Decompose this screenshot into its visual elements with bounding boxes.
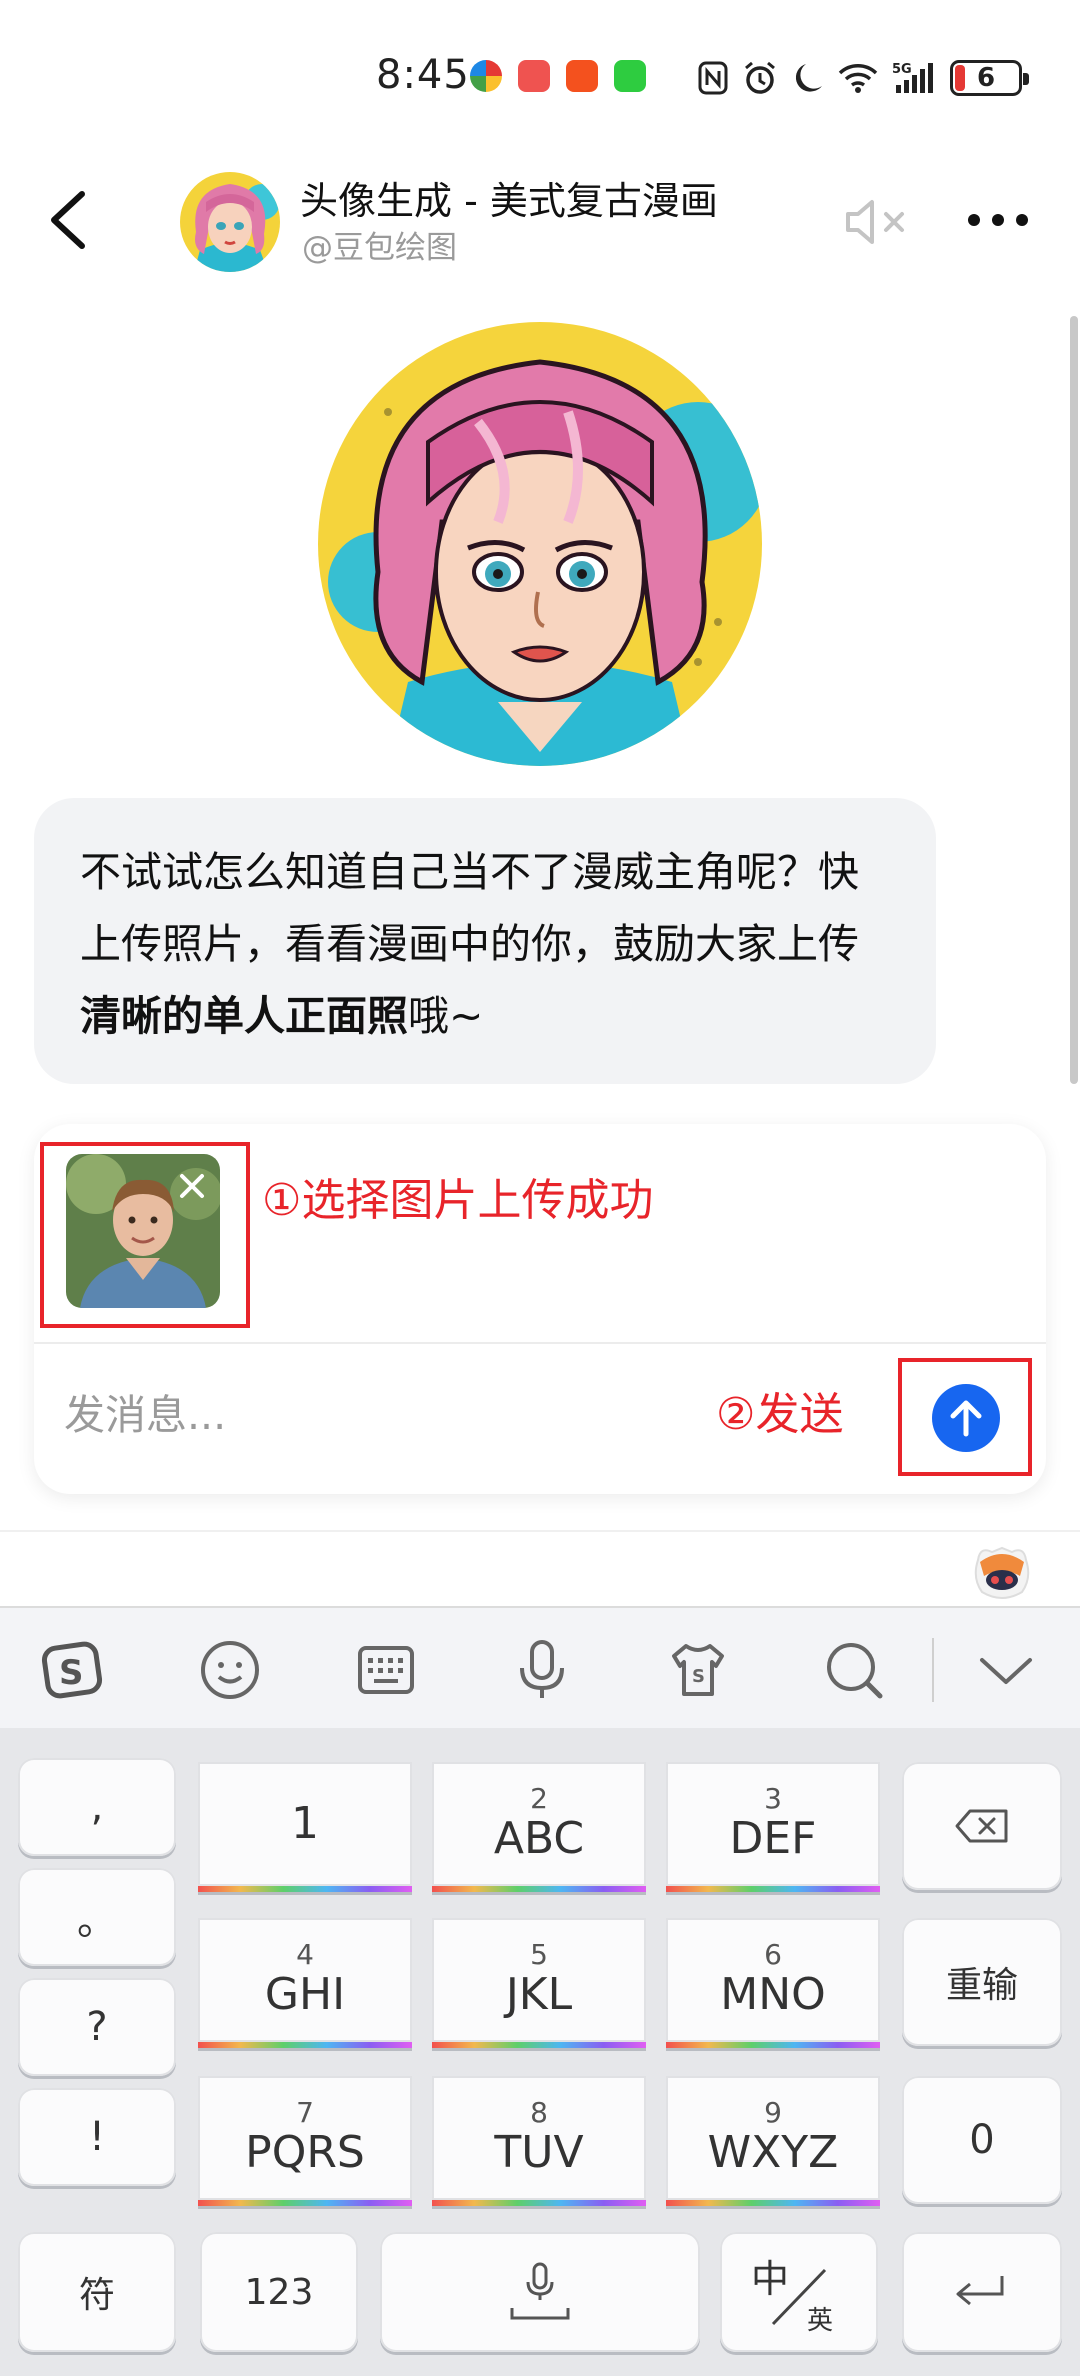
wechat-icon	[614, 60, 646, 92]
svg-text:5G: 5G	[892, 62, 912, 77]
battery-indicator: 6	[950, 60, 1029, 96]
uploaded-photo-thumbnail[interactable]	[66, 1154, 220, 1308]
key-2-abc[interactable]: 2 ABC	[432, 1762, 646, 1892]
keyboard-icon[interactable]	[354, 1638, 418, 1702]
space-key[interactable]	[380, 2232, 700, 2352]
lang-sub-label: 英	[807, 2306, 834, 2336]
battery-level: 6	[976, 63, 996, 93]
bot-avatar[interactable]	[180, 172, 280, 272]
key-exclamation[interactable]: !	[18, 2088, 176, 2186]
app-notification-icon	[470, 60, 502, 92]
message-text: 不试试怎么知道自己当不了漫威主角呢？快上传照片，看看漫画中的你，鼓励大家上传	[80, 848, 859, 968]
message-input[interactable]	[64, 1382, 664, 1448]
mic-icon[interactable]	[510, 1638, 574, 1702]
red-packet-icon	[566, 60, 598, 92]
nfc-icon	[698, 61, 728, 95]
svg-text:S: S	[692, 1666, 705, 1687]
skin-shirt-icon[interactable]: S	[666, 1638, 730, 1702]
sogou-logo-icon[interactable]: S	[40, 1638, 104, 1702]
chat-title: 头像生成 - 美式复古漫画	[300, 179, 718, 223]
close-icon[interactable]	[174, 1168, 210, 1204]
chevron-down-icon[interactable]	[974, 1638, 1038, 1702]
red-packet-icon	[518, 60, 550, 92]
chevron-left-icon[interactable]	[42, 188, 102, 252]
enter-key[interactable]	[902, 2232, 1062, 2352]
toolbar-separator	[932, 1638, 934, 1702]
emoji-icon[interactable]	[198, 1638, 262, 1702]
wifi-icon	[838, 64, 878, 93]
divider	[0, 1530, 1080, 1532]
key-1[interactable]: 1	[198, 1762, 412, 1892]
backspace-icon	[955, 1809, 1008, 1843]
send-button[interactable]	[932, 1384, 1000, 1452]
annotation-upload-label: ①选择图片上传成功	[262, 1175, 654, 1226]
t9-keyboard: , 。 ? ! 1 2 ABC 3 DEF 4 GHI 5 JKL 6 MNO 重输 7P…	[0, 1728, 1080, 2376]
numbers-key[interactable]: 123	[200, 2232, 358, 2352]
status-time: 8:45	[376, 52, 470, 98]
alarm-icon	[745, 61, 775, 94]
enter-icon	[956, 2276, 1004, 2306]
backspace-key[interactable]	[902, 1762, 1062, 1890]
bot-message-bubble: 不试试怎么知道自己当不了漫威主角呢？快上传照片，看看漫画中的你，鼓励大家上传清晰…	[34, 798, 936, 1084]
key-question[interactable]: ?	[18, 1978, 176, 2076]
annotation-send-label: ②发送	[716, 1389, 844, 1440]
message-tail-text: 哦~	[408, 992, 484, 1040]
svg-text:S: S	[59, 1653, 84, 1693]
chat-header: 头像生成 - 美式复古漫画 @豆包绘图	[0, 150, 1080, 290]
message-bold-text: 清晰的单人正面照	[80, 992, 408, 1040]
reenter-key[interactable]: 重输	[902, 1918, 1062, 2046]
key-9-wxyz[interactable]: 9 WXYZ	[666, 2076, 880, 2206]
speaker-muted-icon[interactable]	[844, 194, 910, 250]
bot-portrait-image	[318, 322, 762, 766]
key-0[interactable]: 0	[902, 2076, 1062, 2204]
system-status-icons: 5G 6	[698, 58, 1029, 98]
key-8-tuv[interactable]: 8 TUV	[432, 2076, 646, 2206]
key-period[interactable]: 。	[18, 1868, 176, 1966]
search-icon[interactable]	[822, 1638, 886, 1702]
mic-icon	[510, 2262, 570, 2320]
message-composer: ①选择图片上传成功 ②发送	[34, 1124, 1046, 1494]
more-dots-icon[interactable]	[966, 208, 1030, 232]
key-5-jkl[interactable]: 5 JKL	[432, 1918, 646, 2048]
key-3-def[interactable]: 3 DEF	[666, 1762, 880, 1892]
language-switch-key[interactable]: 中 英	[720, 2232, 878, 2352]
key-7-pqrs[interactable]: 7 PQRS	[198, 2076, 412, 2206]
key-4-ghi[interactable]: 4 GHI	[198, 1918, 412, 2048]
key-comma[interactable]: ,	[18, 1758, 176, 1856]
key-6-mno[interactable]: 6 MNO	[666, 1918, 880, 2048]
keyboard-toolbar: S S	[0, 1606, 1080, 1728]
moon-icon	[795, 64, 822, 92]
composer-divider	[34, 1342, 1046, 1344]
arrow-up-icon	[950, 1400, 982, 1437]
symbols-key[interactable]: 符	[18, 2232, 176, 2352]
signal-5g-icon: 5G	[892, 62, 933, 93]
assistant-mascot-icon[interactable]	[970, 1540, 1034, 1604]
scrollbar[interactable]	[1070, 316, 1078, 1084]
chat-subtitle[interactable]: @豆包绘图	[302, 222, 457, 267]
status-bar: 8:45 5G 6	[0, 0, 1080, 150]
